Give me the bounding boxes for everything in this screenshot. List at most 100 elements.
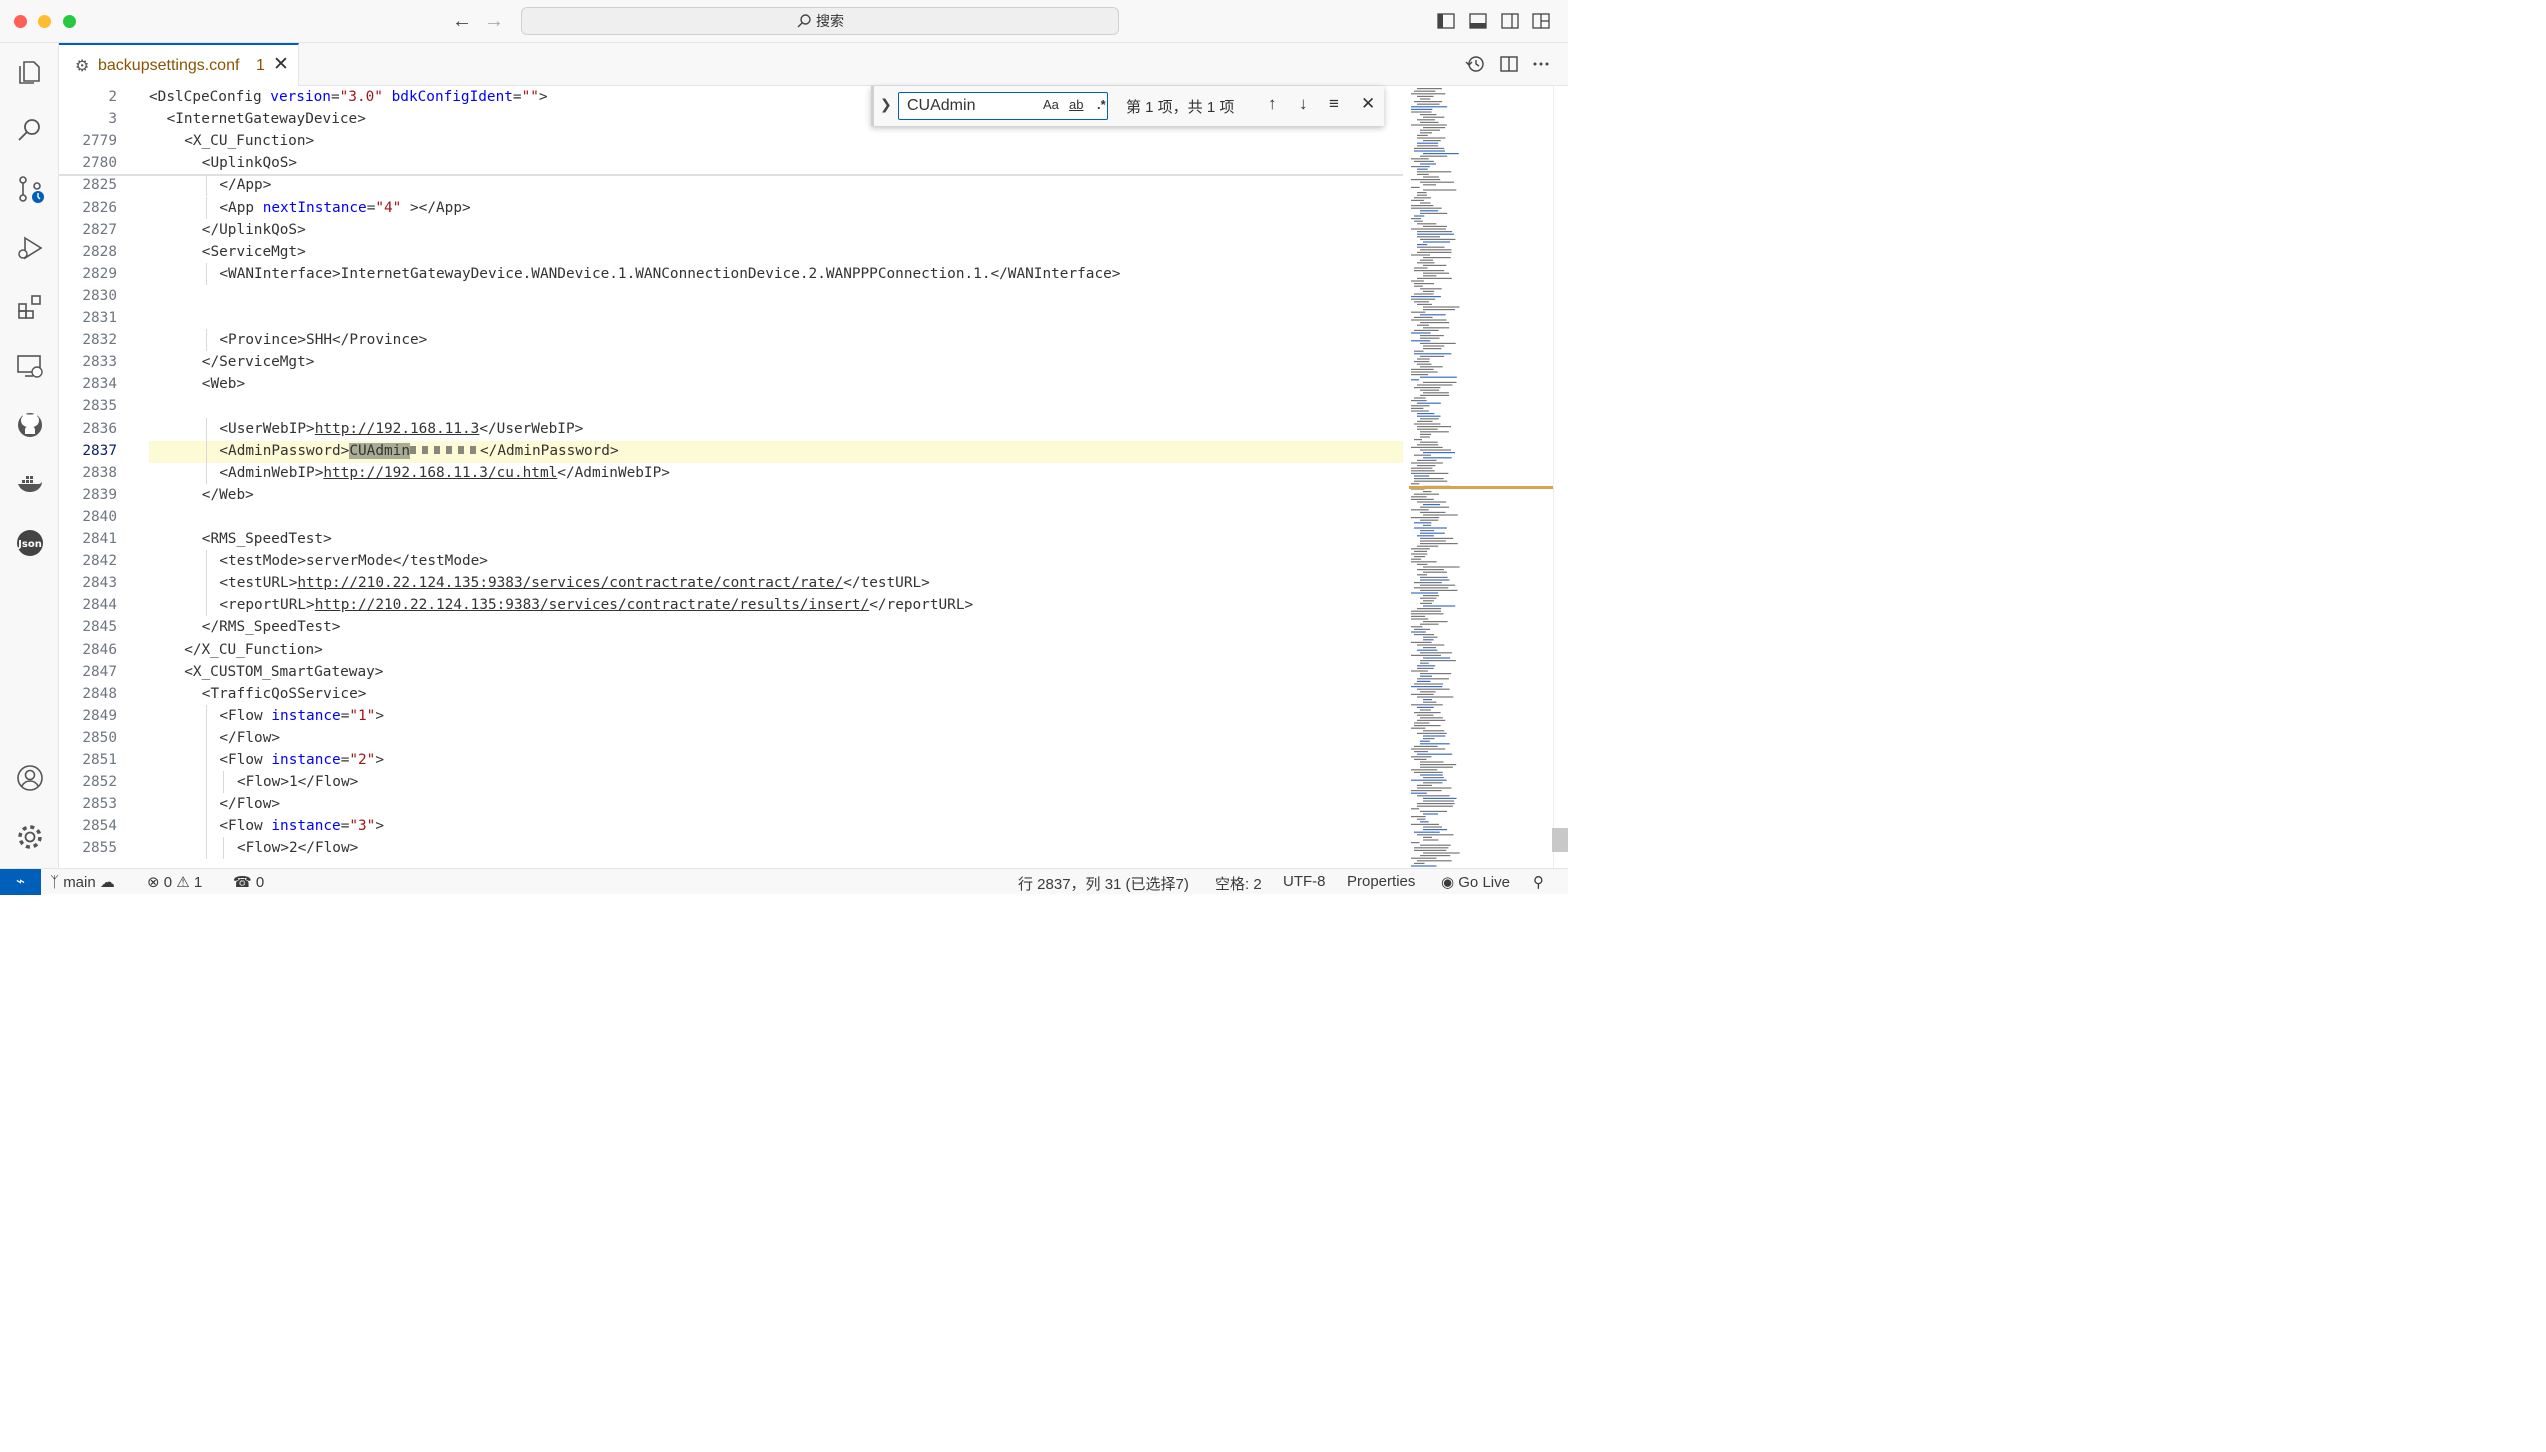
code-line[interactable]: 2850 </Flow> — [59, 727, 1403, 749]
minimap-line — [1414, 751, 1428, 753]
split-editor-icon[interactable] — [1499, 54, 1519, 74]
minimap[interactable] — [1409, 86, 1554, 868]
vertical-scrollbar[interactable] — [1553, 86, 1568, 868]
code-line[interactable]: 2846 </X_CU_Function> — [59, 639, 1403, 661]
close-tab-icon[interactable]: ✕ — [273, 53, 289, 76]
minimize-window-button[interactable] — [38, 15, 51, 28]
branch-status[interactable]: ᛉ main ☁ — [50, 873, 115, 891]
github-icon[interactable] — [12, 407, 48, 443]
next-match-icon[interactable]: ↓ — [1299, 94, 1308, 114]
code-line[interactable]: 2843 <testURL>http://210.22.124.135:9383/… — [59, 572, 1403, 594]
minimap-line — [1423, 524, 1432, 526]
remote-explorer-icon[interactable] — [12, 348, 48, 384]
minimap-line — [1417, 649, 1438, 651]
code-line[interactable]: 2853 </Flow> — [59, 793, 1403, 815]
timeline-history-icon[interactable] — [1465, 54, 1485, 74]
json-icon[interactable]: Json — [12, 525, 48, 561]
minimap-line — [1420, 436, 1431, 438]
close-window-button[interactable] — [14, 15, 27, 28]
match-whole-word-toggle[interactable]: ab — [1069, 97, 1083, 112]
line-number: 2854 — [82, 818, 117, 835]
code-line[interactable]: 2836 <UserWebIP>http://192.168.11.3</User… — [59, 418, 1403, 440]
code-line[interactable]: 2837 <AdminPassword>CUAdmin </AdminPasswor… — [59, 440, 1403, 462]
code-line[interactable]: 2779 <X_CU_Function> — [59, 130, 1403, 152]
problems-status[interactable]: ⊗ 0 ⚠ 1 — [147, 873, 202, 891]
indentation-status[interactable]: 空格: 2 — [1215, 873, 1262, 894]
code-line[interactable]: 2830 — [59, 285, 1403, 307]
code-line[interactable]: 2833 </ServiceMgt> — [59, 351, 1403, 373]
code-line[interactable]: 2832 <Province>SHH</Province> — [59, 329, 1403, 351]
manage-gear-icon[interactable] — [12, 819, 48, 855]
minimap-line — [1414, 439, 1423, 441]
code-line[interactable]: 2845 </RMS_SpeedTest> — [59, 616, 1403, 638]
match-case-toggle[interactable]: Aa — [1043, 97, 1059, 112]
minimap-line — [1420, 537, 1454, 539]
toggle-panel-icon[interactable] — [1469, 12, 1487, 30]
code-line[interactable]: 2827 </UplinkQoS> — [59, 219, 1403, 241]
line-number: 2838 — [82, 464, 117, 481]
scrollbar-thumb[interactable] — [1552, 828, 1568, 852]
code-line[interactable]: 2780 <UplinkQoS> — [59, 152, 1403, 174]
code-line[interactable]: 2838 <AdminWebIP>http://192.168.11.3/cu.h… — [59, 462, 1403, 484]
encoding-status[interactable]: UTF-8 — [1283, 873, 1326, 890]
command-center-search[interactable]: 搜索 — [521, 7, 1119, 35]
toggle-replace-chevron-icon[interactable]: ❯ — [880, 96, 892, 113]
code-line[interactable]: 2840 — [59, 506, 1403, 528]
code-line[interactable]: 2828 <ServiceMgt> — [59, 241, 1403, 263]
minimap-line — [1420, 202, 1431, 204]
run-debug-icon[interactable] — [12, 230, 48, 266]
account-icon[interactable] — [12, 760, 48, 796]
code-line[interactable]: 2841 <RMS_SpeedTest> — [59, 528, 1403, 550]
minimap-line — [1411, 218, 1422, 220]
use-regex-toggle[interactable]: .* — [1097, 97, 1106, 112]
back-arrow-icon[interactable]: ← — [450, 9, 474, 33]
code-line[interactable]: 2834 <Web> — [59, 373, 1403, 395]
code-line[interactable]: 2854 <Flow instance="3"> — [59, 815, 1403, 837]
code-line[interactable]: 2826 <App nextInstance="4" ></App> — [59, 197, 1403, 219]
code-line[interactable]: 2851 <Flow instance="2"> — [59, 749, 1403, 771]
zoom-window-button[interactable] — [63, 15, 76, 28]
minimap-line — [1423, 348, 1442, 350]
minimap-line — [1420, 163, 1437, 165]
toggle-primary-sidebar-icon[interactable] — [1437, 12, 1455, 30]
forward-arrow-icon[interactable]: → — [482, 9, 506, 33]
minimap-line — [1420, 121, 1439, 123]
close-find-icon[interactable]: ✕ — [1361, 94, 1375, 114]
code-line[interactable]: 2852 <Flow>1</Flow> — [59, 771, 1403, 793]
code-line[interactable]: 2842 <testMode>serverMode</testMode> — [59, 550, 1403, 572]
code-line[interactable]: 2831 — [59, 307, 1403, 329]
language-mode[interactable]: Properties — [1347, 873, 1415, 890]
minimap-line — [1417, 244, 1428, 246]
minimap-line — [1417, 665, 1436, 667]
customize-layout-icon[interactable] — [1532, 12, 1550, 30]
minimap-line — [1414, 160, 1434, 162]
code-line[interactable]: 2844 <reportURL>http://210.22.124.135:938… — [59, 594, 1403, 616]
code-line[interactable]: 2829 <WANInterface>InternetGatewayDevice.… — [59, 263, 1403, 285]
more-actions-icon[interactable] — [1531, 54, 1551, 74]
cursor-position[interactable]: 行 2837，列 31 (已选择7) — [1018, 873, 1189, 894]
toggle-secondary-sidebar-icon[interactable] — [1501, 12, 1519, 30]
extensions-icon[interactable] — [12, 289, 48, 325]
indent-guide — [205, 262, 207, 285]
code-line[interactable]: 2849 <Flow instance="1"> — [59, 705, 1403, 727]
minimap-line — [1411, 446, 1443, 448]
code-line[interactable]: 2847 <X_CUSTOM_SmartGateway> — [59, 661, 1403, 683]
ports-status[interactable]: ☎ 0 — [233, 873, 264, 891]
code-line[interactable]: 2825 </App> — [59, 174, 1403, 196]
code-line[interactable]: 2855 <Flow>2</Flow> — [59, 837, 1403, 859]
code-editor[interactable]: 2 <DslCpeConfig version="3.0" bdkConfigId… — [59, 86, 1409, 868]
notifications-bell-icon[interactable]: ⚲ — [1533, 873, 1544, 891]
find-in-selection-icon[interactable]: ≡ — [1329, 94, 1339, 114]
search-icon[interactable] — [12, 112, 48, 148]
previous-match-icon[interactable]: ↑ — [1268, 94, 1277, 114]
explorer-icon[interactable] — [12, 53, 48, 89]
source-control-icon[interactable] — [12, 171, 48, 207]
go-live-button[interactable]: ◉ Go Live — [1441, 873, 1510, 891]
code-line[interactable]: 2835 — [59, 395, 1403, 417]
tab-backupsettings[interactable]: ⚙ backupsettings.conf 1 ✕ — [59, 43, 299, 86]
code-line[interactable]: 2848 <TrafficQoSService> — [59, 683, 1403, 705]
code-line[interactable]: 2839 </Web> — [59, 484, 1403, 506]
docker-icon[interactable] — [12, 466, 48, 502]
remote-indicator-icon[interactable]: ⌁ — [0, 869, 41, 895]
minimap-line — [1423, 595, 1439, 597]
